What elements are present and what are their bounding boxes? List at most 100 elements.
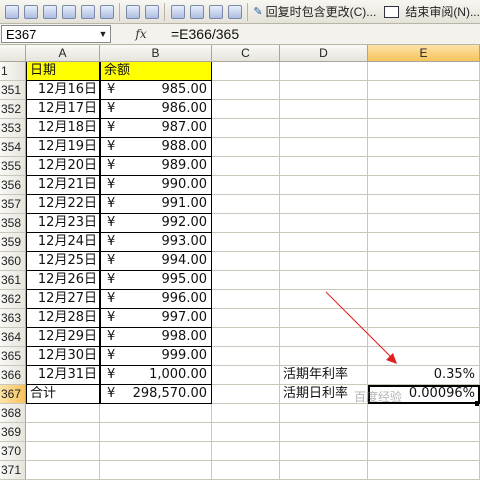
empty-cell[interactable] bbox=[368, 423, 480, 442]
row-header[interactable]: 365 bbox=[0, 347, 26, 366]
empty-cell[interactable] bbox=[368, 233, 480, 252]
send-mail-icon[interactable] bbox=[226, 3, 243, 21]
row-header[interactable]: 371 bbox=[0, 461, 26, 480]
row-header[interactable]: 355 bbox=[0, 157, 26, 176]
empty-cell[interactable] bbox=[368, 461, 480, 480]
empty-cell[interactable] bbox=[212, 423, 280, 442]
column-header-d[interactable]: D bbox=[280, 45, 368, 62]
highlight-changes-icon[interactable] bbox=[169, 3, 186, 21]
column-header-c[interactable]: C bbox=[212, 45, 280, 62]
empty-cell[interactable] bbox=[280, 347, 368, 366]
balance-cell[interactable]: ¥992.00 bbox=[100, 214, 212, 233]
empty-cell[interactable] bbox=[212, 214, 280, 233]
row-header[interactable]: 351 bbox=[0, 81, 26, 100]
insert-function-icon[interactable]: fx bbox=[111, 27, 171, 41]
empty-cell[interactable] bbox=[280, 461, 368, 480]
header-cell-balance[interactable]: 余额 bbox=[100, 62, 212, 81]
header-cell-date[interactable]: 日期 bbox=[26, 62, 100, 81]
empty-cell[interactable] bbox=[100, 423, 212, 442]
empty-cell[interactable] bbox=[280, 100, 368, 119]
empty-cell[interactable] bbox=[280, 233, 368, 252]
empty-cell[interactable] bbox=[368, 328, 480, 347]
empty-cell[interactable] bbox=[368, 252, 480, 271]
row-header[interactable]: 360 bbox=[0, 252, 26, 271]
row-header[interactable]: 358 bbox=[0, 214, 26, 233]
empty-cell[interactable] bbox=[280, 214, 368, 233]
balance-cell[interactable]: ¥993.00 bbox=[100, 233, 212, 252]
row-header[interactable]: 367 bbox=[0, 385, 26, 404]
row-header[interactable]: 352 bbox=[0, 100, 26, 119]
empty-cell[interactable] bbox=[212, 119, 280, 138]
balance-cell[interactable]: ¥986.00 bbox=[100, 100, 212, 119]
empty-cell[interactable] bbox=[212, 81, 280, 100]
row-header[interactable]: 354 bbox=[0, 138, 26, 157]
empty-cell[interactable] bbox=[368, 404, 480, 423]
date-cell[interactable]: 12月31日 bbox=[26, 366, 100, 385]
reply-with-changes-button[interactable]: ✎ 回复时包含更改(C)... bbox=[253, 3, 376, 20]
empty-cell[interactable] bbox=[26, 442, 100, 461]
row-header[interactable]: 366 bbox=[0, 366, 26, 385]
empty-cell[interactable] bbox=[368, 214, 480, 233]
accept-change-icon[interactable] bbox=[143, 3, 160, 21]
date-cell[interactable]: 12月22日 bbox=[26, 195, 100, 214]
date-cell[interactable]: 12月27日 bbox=[26, 290, 100, 309]
empty-cell[interactable] bbox=[280, 252, 368, 271]
balance-cell[interactable]: ¥985.00 bbox=[100, 81, 212, 100]
date-cell[interactable]: 12月18日 bbox=[26, 119, 100, 138]
date-cell[interactable]: 12月23日 bbox=[26, 214, 100, 233]
create-ink-icon[interactable] bbox=[188, 3, 205, 21]
empty-cell[interactable] bbox=[100, 461, 212, 480]
row-header[interactable]: 359 bbox=[0, 233, 26, 252]
row-header[interactable]: 364 bbox=[0, 328, 26, 347]
date-cell[interactable]: 12月17日 bbox=[26, 100, 100, 119]
empty-cell[interactable] bbox=[26, 404, 100, 423]
empty-cell[interactable] bbox=[212, 138, 280, 157]
row-header[interactable]: 357 bbox=[0, 195, 26, 214]
date-cell[interactable]: 12月28日 bbox=[26, 309, 100, 328]
empty-cell[interactable] bbox=[212, 366, 280, 385]
empty-cell[interactable] bbox=[280, 62, 368, 81]
next-comment-icon[interactable] bbox=[41, 3, 58, 21]
date-cell[interactable]: 12月24日 bbox=[26, 233, 100, 252]
column-header-a[interactable]: A bbox=[26, 45, 100, 62]
empty-cell[interactable] bbox=[280, 290, 368, 309]
total-label-cell[interactable]: 合计 bbox=[26, 385, 100, 404]
annual-rate-label-cell[interactable]: 活期年利率 bbox=[280, 366, 368, 385]
row-header[interactable]: 356 bbox=[0, 176, 26, 195]
balance-cell[interactable]: ¥1,000.00 bbox=[100, 366, 212, 385]
balance-cell[interactable]: ¥998.00 bbox=[100, 328, 212, 347]
empty-cell[interactable] bbox=[212, 309, 280, 328]
empty-cell[interactable] bbox=[100, 404, 212, 423]
empty-cell[interactable] bbox=[368, 347, 480, 366]
annual-rate-cell[interactable]: 0.35% bbox=[368, 366, 480, 385]
show-markup-icon[interactable] bbox=[3, 3, 20, 21]
empty-cell[interactable] bbox=[212, 442, 280, 461]
date-cell[interactable]: 12月26日 bbox=[26, 271, 100, 290]
balance-cell[interactable]: ¥995.00 bbox=[100, 271, 212, 290]
delete-comment-icon[interactable] bbox=[98, 3, 115, 21]
end-review-button[interactable]: 结束审阅(N)... bbox=[384, 3, 480, 20]
balance-cell[interactable]: ¥990.00 bbox=[100, 176, 212, 195]
balance-cell[interactable]: ¥999.00 bbox=[100, 347, 212, 366]
empty-cell[interactable] bbox=[212, 347, 280, 366]
date-cell[interactable]: 12月30日 bbox=[26, 347, 100, 366]
empty-cell[interactable] bbox=[212, 385, 280, 404]
row-header[interactable]: 370 bbox=[0, 442, 26, 461]
empty-cell[interactable] bbox=[280, 404, 368, 423]
empty-cell[interactable] bbox=[212, 195, 280, 214]
balance-cell[interactable]: ¥991.00 bbox=[100, 195, 212, 214]
empty-cell[interactable] bbox=[212, 62, 280, 81]
track-changes-icon[interactable] bbox=[124, 3, 141, 21]
empty-cell[interactable] bbox=[212, 100, 280, 119]
empty-cell[interactable] bbox=[368, 195, 480, 214]
balance-cell[interactable]: ¥989.00 bbox=[100, 157, 212, 176]
empty-cell[interactable] bbox=[368, 271, 480, 290]
empty-cell[interactable] bbox=[280, 195, 368, 214]
empty-cell[interactable] bbox=[280, 138, 368, 157]
empty-cell[interactable] bbox=[280, 423, 368, 442]
empty-cell[interactable] bbox=[368, 309, 480, 328]
date-cell[interactable]: 12月16日 bbox=[26, 81, 100, 100]
empty-cell[interactable] bbox=[212, 461, 280, 480]
empty-cell[interactable] bbox=[212, 271, 280, 290]
empty-cell[interactable] bbox=[368, 442, 480, 461]
